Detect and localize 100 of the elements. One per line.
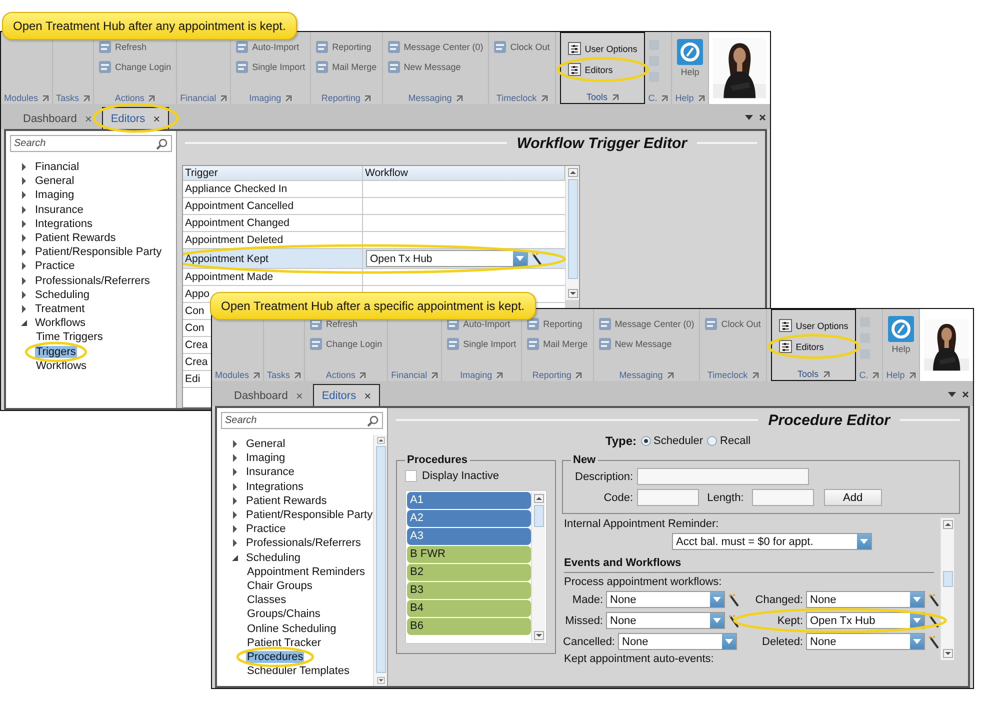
list-item[interactable]: B FWR bbox=[407, 546, 531, 562]
ribbon-button[interactable]: Single Import bbox=[234, 59, 308, 75]
tree-item[interactable]: Triggers bbox=[35, 346, 77, 358]
tree-item[interactable]: Workflows bbox=[35, 360, 88, 372]
dropdown[interactable]: Open Tx Hub bbox=[366, 250, 528, 267]
tree-item[interactable]: Groups/Chains bbox=[246, 608, 322, 620]
list-item[interactable]: A3 bbox=[407, 528, 531, 544]
section-title: Events and Workflows bbox=[564, 553, 934, 573]
ribbon-button[interactable]: Mail Merge bbox=[525, 336, 590, 352]
tab[interactable]: Editors × bbox=[312, 384, 380, 406]
tree-item[interactable]: Treatment bbox=[34, 302, 86, 315]
tree-item[interactable]: Classes bbox=[246, 594, 288, 606]
tree-item[interactable]: General bbox=[245, 438, 286, 450]
ribbon-button[interactable]: Change Login bbox=[308, 336, 384, 352]
ribbon-button[interactable]: Single Import bbox=[445, 336, 518, 352]
editor-title: Workflow Trigger Editor bbox=[516, 134, 687, 152]
close-button[interactable]: × bbox=[153, 112, 160, 126]
tree-item[interactable]: General bbox=[34, 175, 76, 188]
list-item[interactable]: A1 bbox=[407, 492, 531, 508]
tree-item[interactable]: Practice bbox=[34, 260, 76, 272]
tree-item[interactable]: Patient Rewards bbox=[245, 494, 328, 507]
tree-item[interactable]: Patient/Responsible Party bbox=[34, 246, 163, 258]
tree-item[interactable]: Online Scheduling bbox=[246, 622, 338, 635]
ribbon-button[interactable]: Auto-Import bbox=[234, 39, 308, 55]
tree-item[interactable]: Financial bbox=[34, 161, 80, 174]
tree-item[interactable]: Practice bbox=[245, 523, 287, 536]
group-label: Modules bbox=[215, 370, 250, 380]
tab[interactable]: Dashboard × bbox=[15, 108, 100, 129]
close-button[interactable]: × bbox=[296, 388, 303, 402]
list-item[interactable]: B6 bbox=[407, 618, 531, 634]
tree-item[interactable]: Professionals/Referrers bbox=[245, 537, 362, 550]
ribbon-button[interactable]: Clock Out bbox=[703, 316, 763, 332]
group-label: Timeclock bbox=[496, 93, 537, 103]
list-item[interactable]: B4 bbox=[407, 600, 531, 616]
tree-item[interactable]: Integrations bbox=[245, 480, 304, 493]
ribbon-button[interactable]: Reporting bbox=[314, 39, 379, 55]
column-header[interactable]: Trigger bbox=[183, 166, 363, 180]
tab[interactable]: Editors × bbox=[102, 107, 170, 129]
list-item[interactable]: B3 bbox=[407, 582, 531, 598]
dropdown[interactable]: None bbox=[606, 591, 725, 608]
tree-item[interactable]: Professionals/Referrers bbox=[34, 274, 151, 287]
dropdown[interactable]: None bbox=[806, 591, 925, 608]
table-cell: Crea bbox=[185, 339, 208, 351]
tree-item[interactable]: Integrations bbox=[34, 218, 94, 230]
dropdown[interactable]: None bbox=[806, 633, 925, 650]
dropdown[interactable]: Acct bal. must = $0 for appt. bbox=[672, 533, 872, 550]
field-label: Kept: bbox=[777, 614, 803, 626]
radio-label[interactable]: Recall bbox=[720, 435, 751, 447]
ribbon-button[interactable]: Message Center (0) bbox=[386, 39, 486, 55]
tree-item[interactable]: Insurance bbox=[34, 204, 84, 216]
tree-item[interactable]: Appointment Reminders bbox=[246, 566, 366, 578]
dropdown[interactable]: None bbox=[618, 633, 737, 650]
tree-item[interactable]: Patient Rewards bbox=[34, 232, 117, 244]
search-field[interactable]: Search bbox=[10, 135, 172, 152]
ribbon-button[interactable]: Change Login bbox=[97, 59, 174, 75]
ribbon-button[interactable]: New Message bbox=[596, 336, 696, 352]
help-button[interactable]: Help bbox=[675, 39, 705, 77]
field-label: Code: bbox=[602, 492, 634, 504]
table-cell: Con bbox=[185, 322, 204, 334]
tab[interactable]: Dashboard × bbox=[226, 385, 311, 406]
tree-item[interactable]: Patient/Responsible Party bbox=[245, 509, 373, 522]
ribbon-button[interactable]: User Options bbox=[776, 317, 850, 334]
tree-item[interactable]: Patient Tracker bbox=[246, 636, 322, 649]
radio-label[interactable]: Scheduler bbox=[654, 435, 704, 447]
field-label: Deleted: bbox=[762, 636, 803, 648]
close-button[interactable]: × bbox=[84, 112, 92, 126]
close-button[interactable]: × bbox=[364, 388, 372, 402]
dropdown[interactable]: None bbox=[606, 612, 725, 629]
table-cell: Appo bbox=[185, 288, 210, 300]
help-button[interactable]: Help bbox=[886, 316, 916, 354]
checkbox-label[interactable]: Display Inactive bbox=[422, 470, 500, 482]
callout: Open Treatment Hub after a specific appointment is kept. bbox=[210, 292, 536, 320]
tree-item[interactable]: Imaging bbox=[34, 189, 76, 202]
group-label: Help bbox=[886, 370, 905, 380]
search-field[interactable]: Search bbox=[221, 412, 383, 429]
tree-item[interactable]: Chair Groups bbox=[246, 580, 314, 592]
list-item[interactable]: A2 bbox=[407, 510, 531, 526]
group-label: Imaging bbox=[460, 370, 492, 380]
field-label: Internal Appointment Reminder: bbox=[564, 518, 720, 530]
group-label: Actions bbox=[326, 370, 356, 380]
ribbon-button[interactable]: New Message bbox=[386, 59, 486, 75]
tree-item[interactable]: Workflows bbox=[34, 317, 87, 330]
tree-item[interactable]: Time Triggers bbox=[35, 331, 104, 344]
ribbon-button[interactable]: Refresh bbox=[97, 39, 174, 55]
tree-item[interactable]: Procedures bbox=[246, 650, 304, 663]
dropdown[interactable]: Open Tx Hub bbox=[806, 612, 925, 629]
table-cell: Appointment Cancelled bbox=[185, 200, 294, 212]
ribbon-button[interactable]: User Options bbox=[566, 40, 640, 57]
tree-item[interactable]: Scheduling bbox=[34, 288, 90, 301]
group-label: Timeclock bbox=[707, 370, 748, 380]
tree-item[interactable]: Scheduler Templates bbox=[246, 665, 351, 678]
ribbon-button[interactable]: Mail Merge bbox=[314, 59, 379, 75]
ribbon-button[interactable]: Clock Out bbox=[492, 39, 552, 55]
add-button[interactable]: Add bbox=[824, 489, 882, 506]
list-item[interactable]: B2 bbox=[407, 564, 531, 580]
tree-item[interactable]: Imaging bbox=[245, 452, 286, 464]
tree-item[interactable]: Insurance bbox=[245, 466, 296, 478]
tree-item[interactable]: Scheduling bbox=[245, 552, 302, 564]
field-label: Length: bbox=[707, 492, 744, 504]
ribbon-button[interactable]: Message Center (0) bbox=[596, 316, 696, 332]
